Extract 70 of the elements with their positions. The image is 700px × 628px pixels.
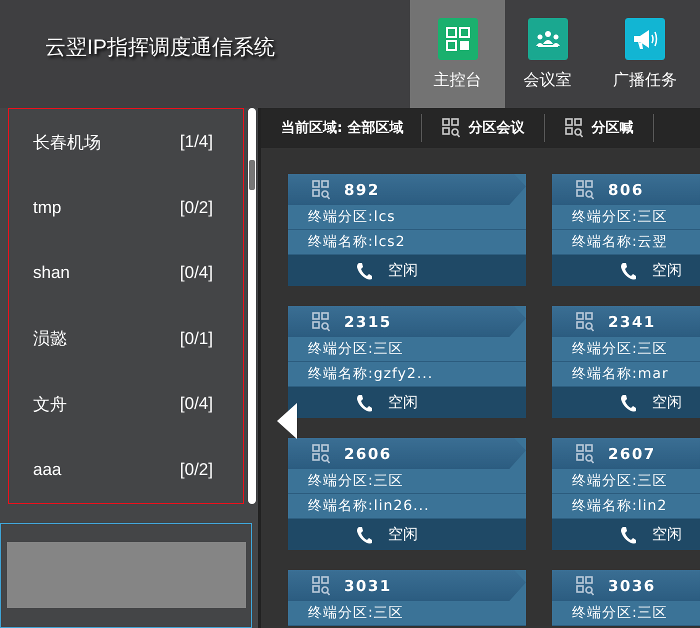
phone-icon	[620, 262, 636, 280]
group-name[interactable]: shan	[33, 263, 70, 284]
phone-icon	[620, 394, 636, 412]
terminal-partition: 终端分区:三区	[552, 337, 700, 362]
status-text: 空闲	[388, 393, 418, 412]
group-name[interactable]: 长春机场	[33, 130, 101, 154]
status-text: 空闲	[652, 393, 682, 412]
nav-button[interactable]: 会议室	[505, 0, 590, 108]
phone-icon	[356, 262, 372, 280]
terminal-partition: 终端分区:三区	[288, 469, 526, 494]
terminal-card[interactable]: 892 终端分区:lcs 终端名称:lcs2 空闲	[288, 174, 526, 286]
terminal-partition: 终端分区:三区	[552, 469, 700, 494]
group-count: [0/2]	[180, 460, 213, 480]
terminal-partition: 终端分区:三区	[288, 601, 526, 626]
terminal-number: 3036	[608, 576, 656, 594]
terminal-number: 3031	[344, 576, 392, 594]
terminal-partition: 终端分区:三区	[288, 337, 526, 362]
qr-search-icon	[576, 444, 594, 464]
qr-search-icon	[576, 576, 594, 596]
group-name[interactable]: aaa	[33, 460, 62, 480]
terminal-number: 2606	[344, 444, 392, 462]
terminal-card[interactable]: 3031 终端分区:三区	[288, 570, 526, 626]
nav-button[interactable]: 广播任务	[590, 0, 700, 108]
qr-search-icon	[312, 576, 330, 596]
group-count: [0/4]	[180, 263, 213, 284]
terminal-number: 2341	[608, 312, 656, 330]
status-text: 空闲	[388, 525, 418, 544]
terminal-card[interactable]: 2341 终端分区:三区 终端名称:mar 空闲	[552, 306, 700, 418]
phone-icon	[356, 394, 372, 412]
terminal-number: 892	[344, 180, 380, 198]
phone-icon	[356, 526, 372, 544]
qr-search-icon	[576, 180, 594, 200]
toolbar-button[interactable]: 分区喊	[545, 114, 654, 142]
group-count: [0/4]	[180, 394, 213, 414]
qr-search-icon	[576, 312, 594, 332]
terminal-card[interactable]: 2315 终端分区:三区 终端名称:gzfy2... 空闲	[288, 306, 526, 418]
status-text: 空闲	[388, 261, 418, 280]
meeting-icon	[534, 30, 560, 48]
phone-icon	[620, 526, 636, 544]
qr-search-icon	[312, 444, 330, 464]
toolbar-button[interactable]: 分区会议	[422, 114, 546, 142]
qr-search-icon	[442, 118, 460, 138]
terminal-partition: 终端分区:三区	[552, 205, 700, 230]
grid-icon	[446, 26, 470, 50]
terminal-partition: 终端分区:lcs	[288, 205, 526, 230]
app-title: 云翌IP指挥调度通信系统	[44, 35, 276, 61]
group-count: [1/4]	[180, 132, 213, 152]
terminal-card[interactable]: 2607 终端分区:三区 终端名称:lin2 空闲	[552, 438, 700, 550]
qr-search-icon	[312, 312, 330, 332]
terminal-number: 2607	[608, 444, 656, 462]
group-name[interactable]: 涢懿	[33, 327, 67, 350]
terminal-partition: 终端分区:三区	[552, 601, 700, 626]
status-text: 空闲	[652, 525, 682, 544]
group-count: [0/2]	[180, 198, 213, 218]
scrollbar-thumb[interactable]	[249, 160, 255, 190]
terminal-number: 806	[608, 180, 644, 198]
terminal-number: 2315	[344, 312, 392, 330]
group-count: [0/1]	[180, 328, 213, 349]
terminal-card[interactable]: 806 终端分区:三区 终端名称:云翌 空闲	[552, 174, 700, 286]
terminal-card[interactable]: 3036 终端分区:三区	[552, 570, 700, 626]
status-text: 空闲	[652, 261, 682, 280]
scrollbar-track[interactable]	[248, 108, 256, 504]
nav-button[interactable]: 主控台	[410, 0, 505, 108]
current-region-label: 当前区域: 全部区域	[261, 114, 422, 142]
collapse-arrow-icon[interactable]	[277, 403, 297, 439]
qr-search-icon	[312, 180, 330, 200]
group-name[interactable]: 文舟	[33, 392, 67, 416]
group-name[interactable]: tmp	[33, 198, 62, 218]
terminal-card[interactable]: 2606 终端分区:三区 终端名称:lin26... 空闲	[288, 438, 526, 550]
qr-search-icon	[565, 118, 584, 138]
